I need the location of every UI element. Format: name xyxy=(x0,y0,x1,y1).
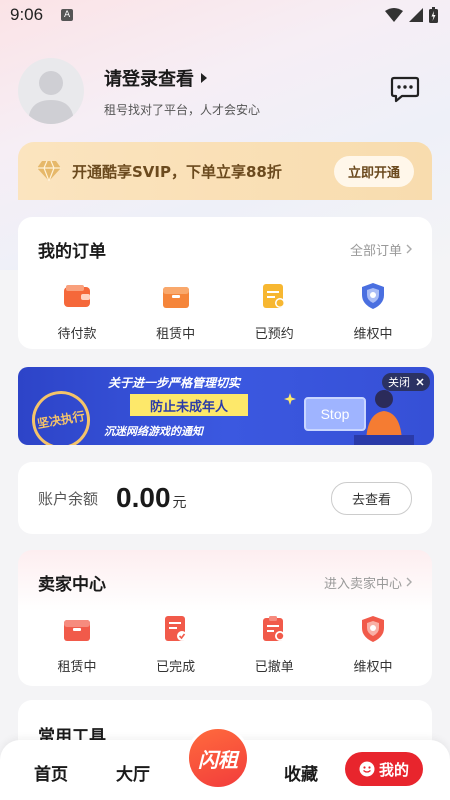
balance-value: 0.00 xyxy=(116,482,171,513)
status-bar: 9:06 A xyxy=(0,0,450,30)
order-disputed[interactable]: 维权中 xyxy=(324,281,422,342)
chevron-right-icon xyxy=(406,577,412,587)
banner-line-2: 防止未成年人 xyxy=(130,394,248,416)
order-reserved[interactable]: 已预约 xyxy=(225,281,323,342)
balance-label: 账户余额 xyxy=(38,489,99,508)
orders-card: 我的订单 全部订单 待付款 租赁中 已预约 维权中 xyxy=(18,217,432,349)
close-icon xyxy=(416,378,424,386)
battery-icon xyxy=(429,7,438,23)
signal-icon xyxy=(409,8,423,22)
shield-icon xyxy=(358,614,388,644)
wifi-icon xyxy=(385,8,403,22)
svip-banner[interactable]: 开通酷享SVIP，下单立享88折 立即开通 xyxy=(18,142,432,200)
bottom-tab-bar: 首页 大厅 闪租 收藏 我的 xyxy=(0,726,450,800)
banner-close-button[interactable]: 关闭 xyxy=(382,373,430,391)
tab-mine-label: 我的 xyxy=(378,760,409,779)
seller-center-card: 卖家中心 进入卖家中心 租赁中 已完成 已撤单 维权中 xyxy=(18,550,432,686)
all-orders-link[interactable]: 全部订单 xyxy=(350,240,412,259)
tab-mine[interactable]: 我的 xyxy=(345,752,423,786)
login-title: 请登录查看 xyxy=(104,68,194,90)
seller-item-label: 租赁中 xyxy=(57,660,97,675)
orders-title: 我的订单 xyxy=(38,241,106,262)
box-icon xyxy=(161,281,191,311)
anti-addiction-banner[interactable]: 坚决执行 关于进一步严格管理切实 防止未成年人 沉迷网络游戏的通知 Stop 关… xyxy=(18,367,434,445)
seller-title: 卖家中心 xyxy=(38,574,106,595)
clipboard-icon xyxy=(259,281,289,311)
order-item-label: 维权中 xyxy=(353,327,393,342)
seller-center-label: 进入卖家中心 xyxy=(323,576,402,592)
order-item-label: 已预约 xyxy=(254,327,294,342)
seller-item-label: 维权中 xyxy=(353,660,393,675)
balance-card: 账户余额 0.00 元 去查看 xyxy=(18,462,432,534)
chevron-right-icon xyxy=(406,244,412,254)
avatar[interactable] xyxy=(18,58,84,124)
banner-close-label: 关闭 xyxy=(388,376,410,389)
default-avatar-icon xyxy=(28,71,74,124)
all-orders-label: 全部订单 xyxy=(349,243,402,259)
wallet-icon xyxy=(62,281,92,311)
order-item-label: 待付款 xyxy=(57,327,97,342)
shield-icon xyxy=(358,281,388,311)
banner-person-illustration xyxy=(354,390,414,445)
banner-line-3: 沉迷网络游戏的通知 xyxy=(104,425,203,438)
login-subtitle: 租号找对了平台，人才会安心 xyxy=(104,102,261,117)
seller-item-label: 已完成 xyxy=(156,660,196,675)
order-renting[interactable]: 租赁中 xyxy=(127,281,225,342)
notification-badge: A xyxy=(61,9,74,21)
status-icons xyxy=(385,7,438,23)
status-time: 9:06 xyxy=(10,5,44,24)
banner-star-icon xyxy=(284,393,296,405)
tab-flash-rent[interactable]: 闪租 xyxy=(186,726,250,790)
smiley-icon xyxy=(359,761,375,777)
seller-completed[interactable]: 已完成 xyxy=(127,614,225,675)
order-pending-payment[interactable]: 待付款 xyxy=(28,281,126,342)
seller-disputed[interactable]: 维权中 xyxy=(324,614,422,675)
seller-cancelled[interactable]: 已撤单 xyxy=(225,614,323,675)
tab-home[interactable]: 首页 xyxy=(34,760,68,785)
banner-line-1: 关于进一步严格管理切实 xyxy=(108,376,241,390)
tab-hall[interactable]: 大厅 xyxy=(116,760,150,785)
caret-right-icon xyxy=(201,72,207,83)
message-icon xyxy=(390,76,420,103)
message-button[interactable] xyxy=(390,74,420,104)
view-balance-button[interactable]: 去查看 xyxy=(330,481,412,515)
banner-seal: 坚决执行 xyxy=(27,386,95,445)
doc-check-icon xyxy=(161,614,191,644)
tab-favorites[interactable]: 收藏 xyxy=(284,760,318,785)
login-link[interactable]: 请登录查看 xyxy=(104,65,260,91)
seller-renting[interactable]: 租赁中 xyxy=(28,614,126,675)
open-svip-button[interactable]: 立即开通 xyxy=(333,155,414,187)
balance-unit: 元 xyxy=(172,495,187,511)
flash-rent-label: 闪租 xyxy=(198,747,238,772)
order-item-label: 租赁中 xyxy=(156,327,196,342)
clipboard-cancel-icon xyxy=(259,614,289,644)
diamond-icon xyxy=(37,160,61,182)
box-icon xyxy=(62,614,92,644)
profile-section[interactable]: 请登录查看 租号找对了平台，人才会安心 xyxy=(18,56,432,126)
svip-text: 开通酷享SVIP，下单立享88折 xyxy=(72,162,282,181)
seller-item-label: 已撤单 xyxy=(254,660,294,675)
seller-center-link[interactable]: 进入卖家中心 xyxy=(324,573,412,592)
